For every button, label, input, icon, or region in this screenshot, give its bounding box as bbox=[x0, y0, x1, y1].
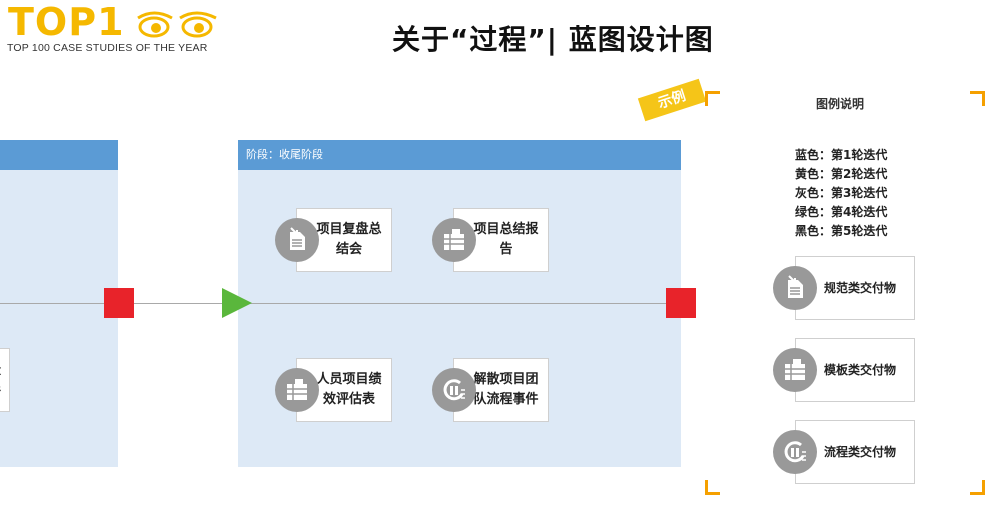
document-arrow-icon bbox=[773, 266, 817, 310]
template-form-icon bbox=[432, 218, 476, 262]
stage-closing-header: 阶段：收尾阶段 bbox=[238, 140, 681, 170]
bracket-top-right bbox=[970, 91, 985, 106]
card-partial-line1: 盘 bbox=[0, 360, 1, 380]
stage-end-marker-previous bbox=[104, 288, 134, 318]
card-partial: 盘 件 bbox=[0, 348, 10, 412]
legend-color-black: 黑色：第5轮迭代 bbox=[795, 224, 888, 238]
bracket-bottom-right bbox=[970, 480, 985, 495]
bracket-bottom-left bbox=[705, 480, 720, 495]
legend-item-label: 规范类交付物 bbox=[823, 281, 896, 295]
template-form-icon bbox=[275, 368, 319, 412]
logo-wordmark: TOP1 bbox=[8, 0, 125, 44]
logo-tagline: TOP 100 CASE STUDIES OF THE YEAR bbox=[7, 42, 208, 54]
card-label: 解散项目团队流程事件 bbox=[473, 372, 539, 407]
sample-tag: 示例 bbox=[637, 78, 707, 122]
legend-color-green: 绿色：第4轮迭代 bbox=[795, 205, 888, 219]
legend-color-blue: 蓝色：第1轮迭代 bbox=[795, 148, 888, 162]
document-arrow-icon bbox=[275, 218, 319, 262]
card-label: 项目总结报告 bbox=[473, 222, 539, 257]
flow-line bbox=[0, 303, 682, 304]
card-label: 项目复盘总结会 bbox=[316, 222, 382, 257]
legend-item-label: 流程类交付物 bbox=[823, 445, 896, 459]
legend-item-label: 模板类交付物 bbox=[823, 363, 896, 377]
legend-title: 图例说明 bbox=[816, 97, 865, 111]
stage-start-marker bbox=[222, 288, 252, 318]
page-title: 关于“过程”| 蓝图设计图 bbox=[392, 23, 714, 56]
stage-end-marker bbox=[666, 288, 696, 318]
logo-eyes-icon bbox=[137, 11, 217, 38]
card-partial-line2: 件 bbox=[0, 380, 1, 400]
legend-color-yellow: 黄色：第2轮迭代 bbox=[795, 167, 888, 181]
process-cycle-icon bbox=[773, 430, 817, 474]
legend-color-gray: 灰色：第3轮迭代 bbox=[795, 186, 888, 200]
stage-previous-header bbox=[0, 140, 118, 170]
template-form-icon bbox=[773, 348, 817, 392]
process-cycle-icon bbox=[432, 368, 476, 412]
bracket-top-left bbox=[705, 91, 720, 106]
card-label: 人员项目绩效评估表 bbox=[316, 372, 382, 407]
